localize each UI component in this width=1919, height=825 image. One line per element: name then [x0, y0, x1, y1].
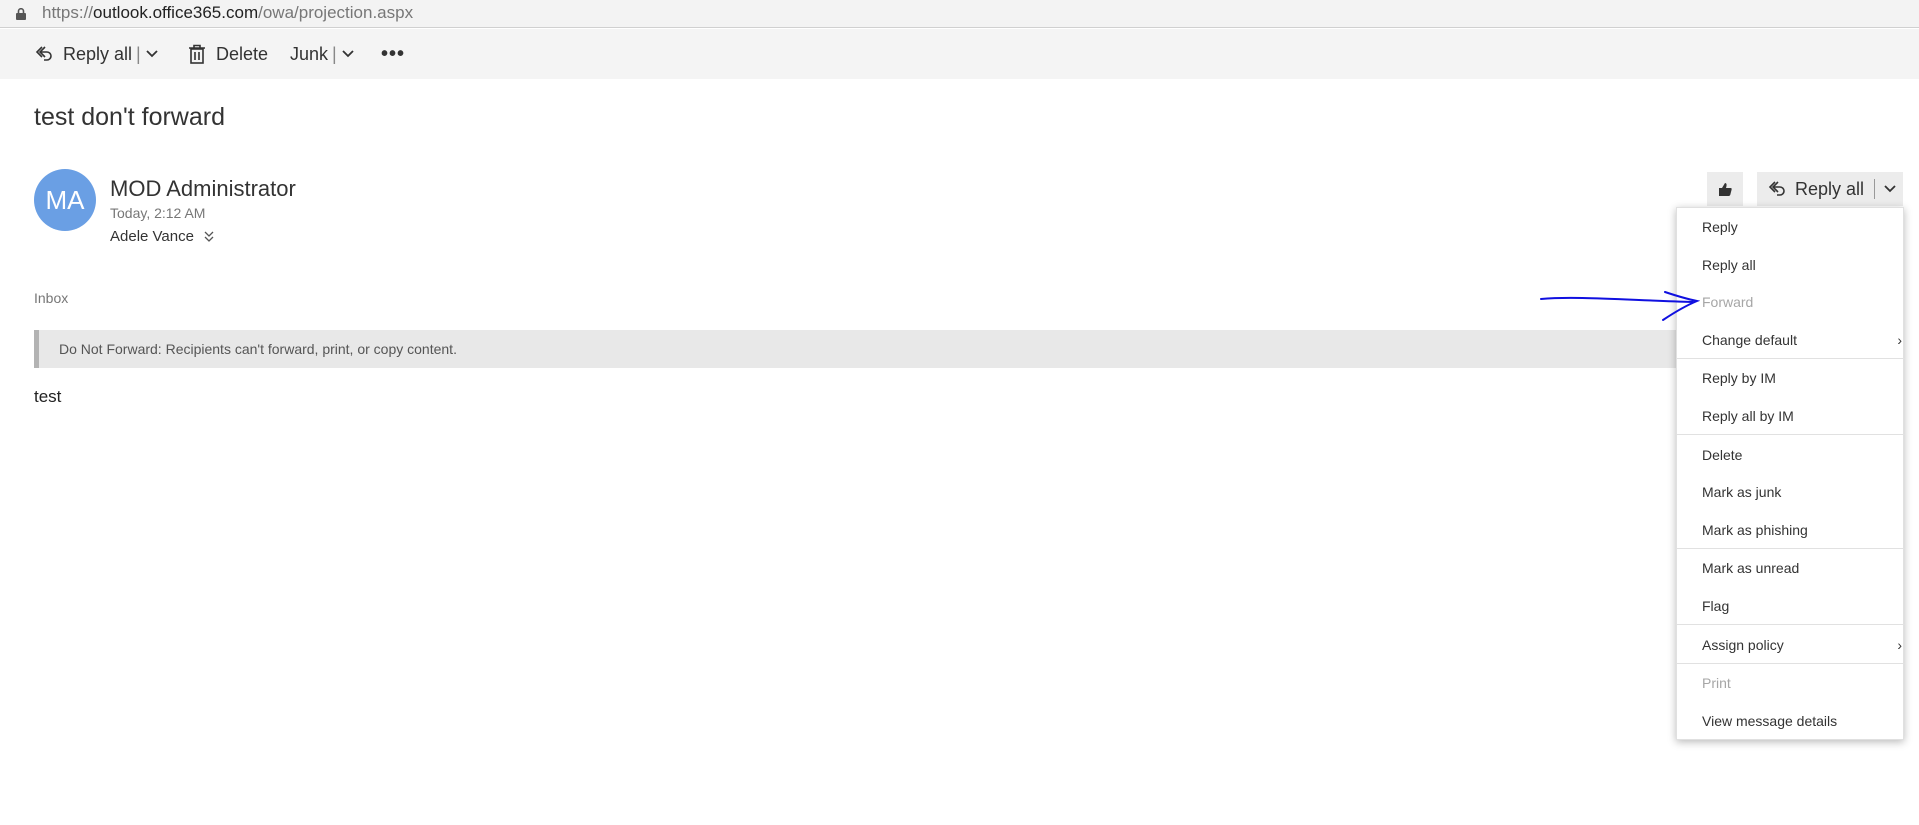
- recipient-list[interactable]: Adele Vance: [110, 228, 214, 245]
- menu-divider: [1677, 434, 1905, 435]
- message-datetime: Today, 2:12 AM: [110, 205, 206, 221]
- divider: |: [136, 43, 141, 64]
- reply-all-icon: [35, 46, 52, 61]
- menu-item-reply-by-im[interactable]: Reply by IM: [1702, 370, 1776, 386]
- menu-item-reply-all-by-im[interactable]: Reply all by IM: [1702, 408, 1794, 424]
- menu-item-change-default-label: Change default: [1702, 332, 1797, 348]
- menu-divider: [1677, 548, 1905, 549]
- menu-item-view-message-details[interactable]: View message details: [1702, 713, 1837, 729]
- toolbar-reply-all-label: Reply all: [63, 43, 133, 64]
- menu-item-flag[interactable]: Flag: [1702, 598, 1729, 614]
- menu-item-reply-all[interactable]: Reply all: [1702, 257, 1756, 273]
- double-chevron-down-icon[interactable]: [204, 231, 214, 243]
- toolbar-delete-label: Delete: [216, 43, 269, 64]
- toolbar-junk-label: Junk: [290, 43, 329, 64]
- recipient-name[interactable]: Adele Vance: [110, 228, 194, 245]
- url-scheme: https://: [42, 3, 94, 22]
- menu-item-change-default[interactable]: Change default ›: [1702, 332, 1902, 348]
- sender-name[interactable]: MOD Administrator: [110, 176, 296, 202]
- menu-item-mark-as-phishing[interactable]: Mark as phishing: [1702, 522, 1808, 538]
- menu-divider: [1677, 663, 1905, 664]
- menu-divider: [1677, 358, 1905, 359]
- toolbar-more-button[interactable]: •••: [381, 29, 405, 79]
- avatar-initials: MA: [45, 184, 85, 215]
- menu-item-delete[interactable]: Delete: [1702, 447, 1742, 463]
- divider: |: [332, 43, 337, 64]
- header-reply-all-label: Reply all: [1795, 178, 1865, 199]
- thumbs-up-icon: [1719, 183, 1732, 196]
- address-bar[interactable]: https://outlook.office365.com/owa/projec…: [0, 0, 1919, 28]
- menu-item-mark-as-unread[interactable]: Mark as unread: [1702, 560, 1799, 576]
- url-text[interactable]: https://outlook.office365.com/owa/projec…: [42, 3, 413, 23]
- annotation-arrow-icon: [1540, 291, 1700, 321]
- url-path: /owa/projection.aspx: [258, 3, 414, 22]
- avatar[interactable]: MA: [34, 169, 96, 231]
- lock-icon: [16, 8, 26, 20]
- menu-item-reply[interactable]: Reply: [1702, 219, 1738, 235]
- chevron-down-icon[interactable]: [341, 49, 355, 59]
- protection-banner: Do Not Forward: Recipients can't forward…: [34, 330, 1684, 368]
- toolbar-delete-button[interactable]: Delete: [188, 29, 268, 79]
- message-body: test: [34, 387, 62, 406]
- menu-item-forward: Forward: [1702, 294, 1754, 310]
- chevron-down-icon[interactable]: [1883, 184, 1897, 194]
- toolbar-reply-all-button[interactable]: Reply all |: [34, 29, 159, 79]
- menu-item-assign-policy[interactable]: Assign policy ›: [1702, 637, 1902, 653]
- reply-options-menu: Reply Reply all Forward Change default ›…: [1676, 207, 1905, 740]
- trash-icon: [189, 44, 205, 64]
- like-button[interactable]: [1707, 172, 1743, 206]
- reply-all-icon: [1768, 181, 1785, 196]
- menu-item-mark-as-junk[interactable]: Mark as junk: [1702, 484, 1781, 500]
- chevron-down-icon[interactable]: [145, 49, 159, 59]
- protection-banner-text: Do Not Forward: Recipients can't forward…: [59, 341, 457, 357]
- chevron-right-icon: ›: [1897, 637, 1902, 653]
- divider: [1874, 179, 1876, 199]
- menu-item-print: Print: [1702, 675, 1731, 691]
- chevron-right-icon: ›: [1897, 332, 1902, 348]
- header-reply-all-button[interactable]: Reply all: [1757, 172, 1903, 206]
- message-subject: test don't forward: [34, 103, 225, 131]
- menu-divider: [1677, 624, 1905, 625]
- folder-label: Inbox: [34, 290, 69, 306]
- menu-item-assign-policy-label: Assign policy: [1702, 637, 1784, 653]
- url-host: outlook.office365.com: [93, 3, 259, 22]
- toolbar-junk-button[interactable]: Junk |: [290, 29, 355, 79]
- command-bar: Reply all | Delete Junk | •••: [0, 29, 1919, 79]
